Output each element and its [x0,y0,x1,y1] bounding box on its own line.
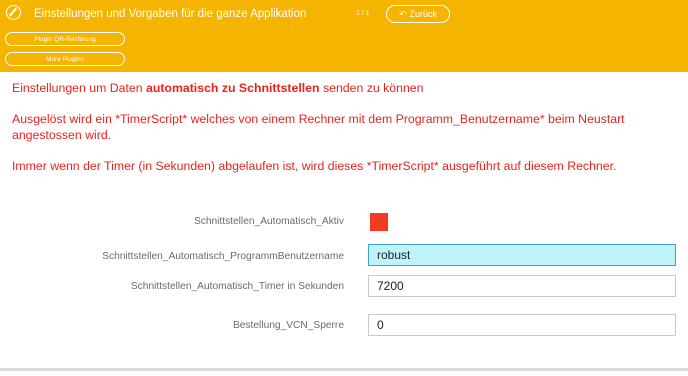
back-arrow-icon: ↶ [398,8,407,19]
trigger-text: Ausgelöst wird ein *TimerScript* welches… [12,112,625,142]
page-title: Einstellungen und Vorgaben für die ganze… [34,8,307,20]
intro-text: Einstellungen um Daten automatisch zu Sc… [12,80,423,96]
active-checkbox[interactable] [370,213,388,231]
timer-label: Schnittstellen_Automatisch_Timer in Seku… [130,281,344,292]
compass-icon[interactable] [6,5,21,20]
page-counter: 1 / 1 [356,10,370,17]
divider [0,368,688,371]
vcn-field[interactable]: 0 [368,314,676,336]
more-plugins-button[interactable]: More Plugins [5,52,125,66]
timer-field[interactable]: 7200 [368,275,676,297]
timer-text: Immer wenn der Timer (in Sekunden) abgel… [12,159,617,173]
intro-text-bold: automatisch zu Schnittstellen [145,81,320,95]
intro-text-start: Einstellungen um Daten [12,81,146,95]
username-label: Schnittstellen_Automatisch_ProgrammBenut… [102,251,344,262]
active-label: Schnittstellen_Automatisch_Aktiv [193,216,344,227]
back-button-label: Zurück [409,9,438,19]
username-field[interactable]: robust [368,244,676,266]
app-header: Einstellungen und Vorgaben für die ganze… [0,0,688,72]
plugin-qr-rechnung-button[interactable]: Plugin QR-Rechnung [5,32,125,46]
back-button[interactable]: ↶ Zurück [386,5,450,23]
intro-text-end: senden zu können [319,81,424,95]
vcn-label: Bestellung_VCN_Sperre [233,320,344,331]
